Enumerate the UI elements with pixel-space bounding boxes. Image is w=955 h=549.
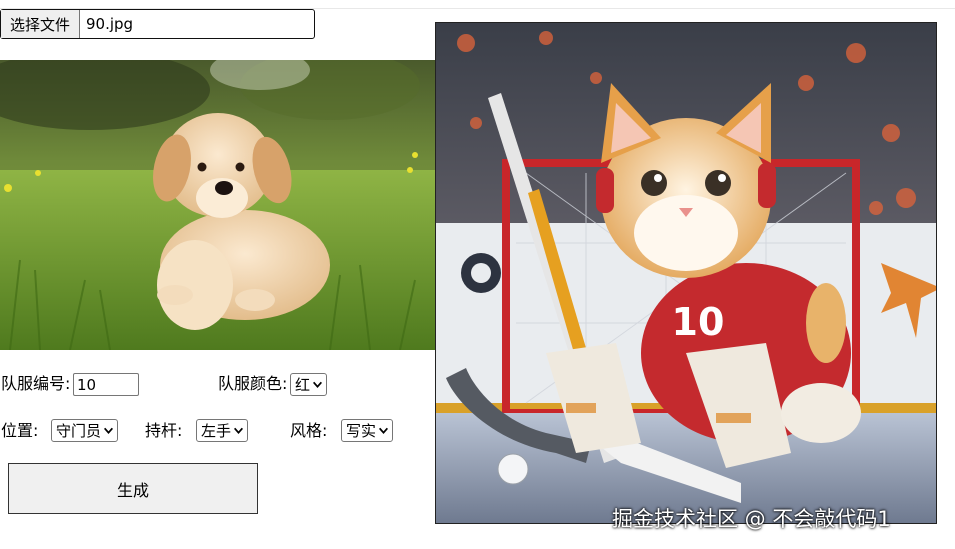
stick-hand-label: 持杆:	[145, 421, 183, 440]
generate-button[interactable]: 生成	[8, 463, 258, 514]
hockey-cat-photo: 10	[436, 23, 936, 523]
stick-hand-select[interactable]: 左手	[196, 419, 249, 442]
stick-hand-value: 左手	[201, 422, 232, 440]
jersey-color-value: 红	[295, 376, 311, 394]
watermark-text: 掘金技术社区 @ 不会敲代码1	[612, 507, 891, 531]
chevron-down-icon	[234, 427, 244, 435]
position-label: 位置:	[1, 421, 39, 440]
uploaded-image-preview	[0, 60, 435, 350]
jersey-color-label: 队服颜色:	[218, 374, 288, 393]
style-select[interactable]: 写实	[341, 419, 394, 442]
chevron-down-icon	[313, 381, 323, 389]
style-label: 风格:	[290, 421, 328, 440]
jersey-color-select[interactable]: 红	[290, 373, 328, 396]
file-picker[interactable]: 选择文件 90.jpg	[0, 9, 315, 39]
puppy-photo	[0, 60, 435, 350]
choose-file-button[interactable]: 选择文件	[1, 10, 81, 38]
generated-image-result: 10	[435, 22, 937, 524]
file-name-label: 90.jpg	[86, 15, 134, 33]
chevron-down-icon	[104, 427, 114, 435]
jersey-number-input[interactable]	[73, 373, 139, 396]
position-value: 守门员	[56, 422, 102, 440]
jersey-number-text: 10	[672, 300, 725, 344]
jersey-number-label: 队服编号:	[1, 374, 71, 393]
position-select[interactable]: 守门员	[51, 419, 119, 442]
style-value: 写实	[346, 422, 377, 440]
chevron-down-icon	[379, 427, 389, 435]
